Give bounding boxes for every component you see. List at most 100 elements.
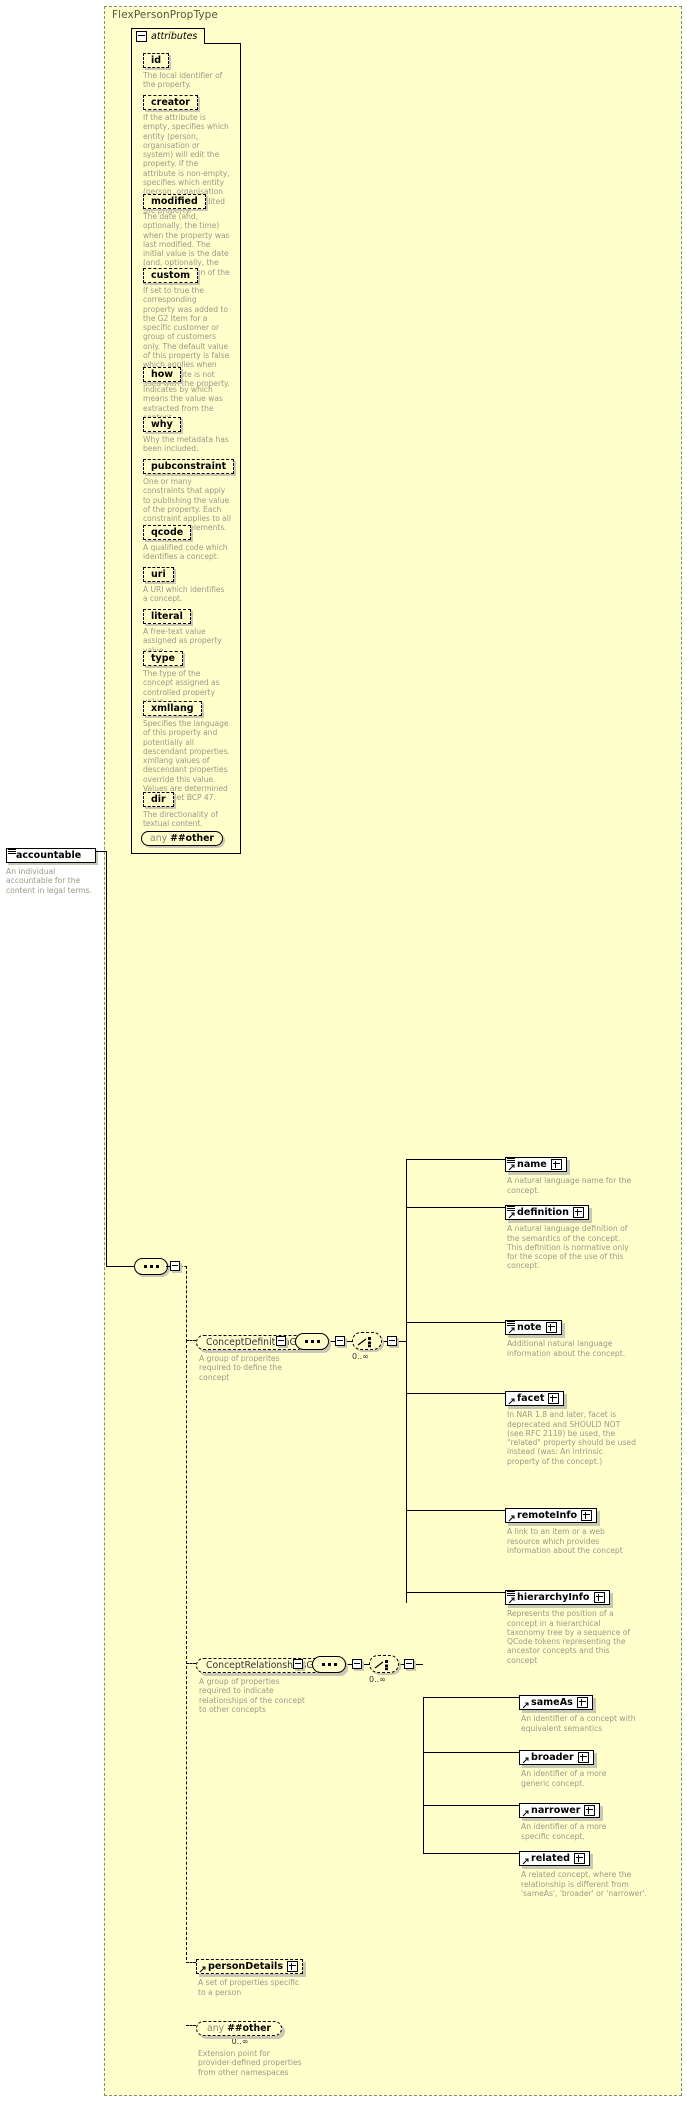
plus-icon[interactable] [584,1805,596,1817]
xsd-diagram: FlexPersonPropType attributes id The loc… [0,0,687,2109]
attribute-uri[interactable]: uri [143,567,174,582]
element-related: related A related concept, where the rel… [519,1846,649,1898]
group1-choice-stub[interactable] [387,1336,397,1346]
element-label: hierarchyInfo [517,1592,590,1603]
sequence-dots-icon [296,1340,328,1343]
plus-icon[interactable] [550,1159,562,1171]
plus-icon[interactable] [548,1393,560,1405]
element-facet: facet In NAR 1.8 and later, facet is dep… [505,1386,637,1466]
element-remote-info: remoteInfo A link to an item or a web re… [505,1503,633,1555]
attributes-tab[interactable]: attributes [131,28,206,44]
group1-choice-compositor[interactable] [352,1332,382,1350]
element-desc: A natural language name for the concept. [507,1176,632,1195]
has-attributes-icon [507,1590,515,1597]
choice-icon [374,1660,388,1671]
group2-sequence-stub[interactable] [352,1659,362,1669]
element-label: remoteInfo [517,1510,578,1521]
sequence-dots-icon [313,1663,345,1666]
element-label: facet [517,1393,545,1404]
attribute-how[interactable]: how [143,367,182,382]
root-sequence-stub[interactable] [170,1261,180,1271]
element-label: name [517,1159,547,1170]
element-box[interactable]: hierarchyInfo [505,1590,610,1606]
plus-icon[interactable] [572,1207,584,1219]
attribute-type[interactable]: type [143,651,183,666]
element-box[interactable]: definition [505,1205,589,1221]
group-stub[interactable] [293,1659,303,1669]
sequence-node[interactable] [134,1258,172,1275]
minus-icon[interactable] [136,31,147,42]
attribute-why[interactable]: why [143,417,181,432]
attribute-desc: The local identifier of the property. [143,71,223,90]
plus-icon[interactable] [593,1592,605,1604]
element-arrow-icon [508,1327,515,1334]
element-box[interactable]: narrower [519,1803,601,1819]
group1-sequence-stub[interactable] [335,1336,345,1346]
element-box[interactable]: remoteInfo [505,1508,598,1524]
group1-sequence-compositor[interactable] [295,1333,329,1350]
has-attributes-icon [8,848,16,855]
attribute-literal[interactable]: literal [143,609,191,624]
element-box[interactable]: personDetails [196,1959,304,1975]
element-person-details: personDetails A set of properties specif… [196,1954,304,1997]
element-box[interactable]: name [505,1157,567,1173]
any-namespace: ##other [170,833,214,844]
element-desc: A natural language definition of the sem… [507,1224,629,1271]
element-box[interactable]: sameAs [519,1695,593,1711]
attributes-any-other[interactable]: any ##other [141,831,223,846]
element-hierarchy-info: hierarchyInfo Represents the position of… [505,1585,637,1665]
plus-icon[interactable] [581,1510,593,1522]
accountable-desc: An individual accountable for the conten… [6,867,93,895]
plus-icon[interactable] [573,1853,585,1865]
element-desc: A link to an item or a web resource whic… [507,1527,623,1555]
element-box[interactable]: note [505,1320,562,1336]
choice-node[interactable] [369,1655,399,1673]
plus-icon[interactable] [287,1961,299,1973]
element-arrow-icon [508,1597,515,1604]
element-box[interactable]: broader [519,1750,594,1766]
element-desc: Extension point for provider-defined pro… [198,2049,302,2077]
connector-line [96,851,106,852]
attribute-pubconstraint[interactable]: pubconstraint [143,459,235,474]
attribute-custom[interactable]: custom [143,268,199,283]
element-arrow-icon [522,1810,529,1817]
connector-line [406,1207,505,1208]
choice-node[interactable] [352,1332,382,1350]
element-arrow-icon [522,1702,529,1709]
attribute-id[interactable]: id [143,53,170,68]
plus-icon[interactable] [576,1697,588,1709]
attribute-xmllang[interactable]: xmllang [143,701,202,716]
accountable-element: accountable An individual accountable fo… [6,843,102,895]
attribute-row: uri A URI which identifies a concept. [143,562,231,604]
sequence-node[interactable] [312,1656,346,1673]
element-box[interactable]: facet [505,1391,565,1407]
connector-line [406,1510,505,1511]
group-stub[interactable] [276,1336,286,1346]
attribute-creator[interactable]: creator [143,95,198,110]
connector-line [415,1664,423,1665]
attribute-modified[interactable]: modified [143,194,206,209]
group2-sequence-compositor[interactable] [312,1656,346,1673]
plus-icon[interactable] [545,1322,557,1334]
plus-icon[interactable] [577,1752,589,1764]
element-arrow-icon [199,1966,206,1973]
root-branch-spine [186,1340,187,1960]
connector-line [406,1592,505,1593]
accountable-box[interactable]: accountable [6,848,97,863]
group2-choice-stub[interactable] [404,1659,414,1669]
connector-line [186,2025,196,2026]
sequence-node[interactable] [295,1333,329,1350]
element-label: definition [517,1207,569,1218]
has-attributes-icon [507,1157,515,1164]
element-box[interactable]: related [519,1851,590,1867]
element-arrow-icon [522,1757,529,1764]
connector-line [423,1697,519,1698]
element-arrow-icon [508,1515,515,1522]
element-same-as: sameAs An identifier of a concept with e… [519,1690,637,1733]
attribute-qcode[interactable]: qcode [143,525,192,540]
group2-choice-compositor[interactable] [369,1655,399,1673]
attribute-dir[interactable]: dir [143,792,174,807]
root-sequence-compositor[interactable] [134,1258,172,1275]
any-other-chip[interactable]: any ##other [196,2021,282,2036]
connector-line [423,1805,519,1806]
